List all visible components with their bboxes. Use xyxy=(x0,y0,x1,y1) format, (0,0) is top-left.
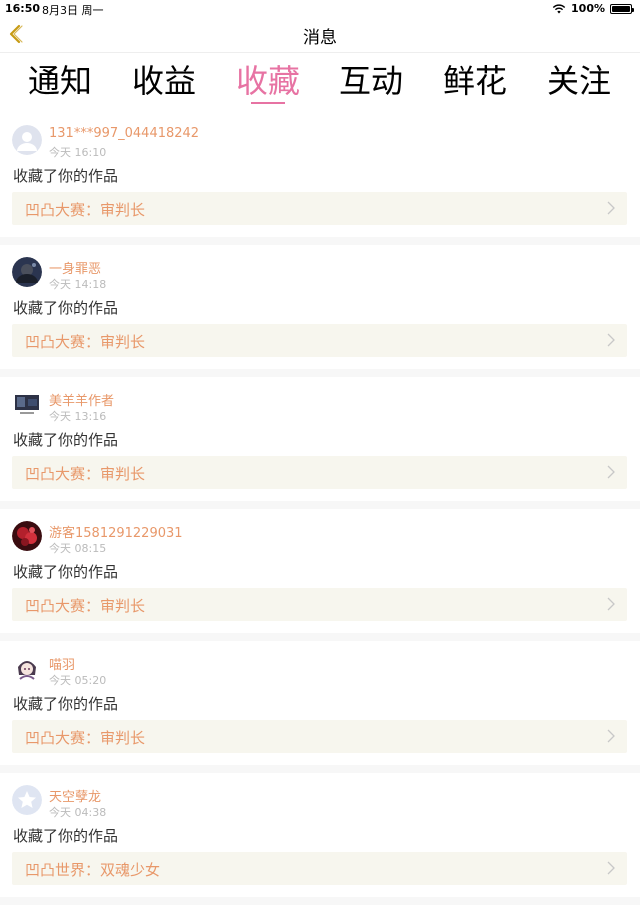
chevron-right-icon xyxy=(607,465,615,479)
avatar[interactable] xyxy=(12,521,42,551)
wifi-icon xyxy=(552,3,566,13)
avatar[interactable] xyxy=(12,785,42,815)
status-time: 16:50 xyxy=(5,2,41,15)
timestamp: 今天 04:38 xyxy=(49,806,107,819)
user-photo-icon xyxy=(12,389,42,419)
username[interactable]: 喵羽 xyxy=(49,654,75,673)
username[interactable]: 天空孽龙 xyxy=(49,786,101,805)
action-text: 收藏了你的作品 xyxy=(13,431,119,449)
tab-favorites[interactable]: 收藏 xyxy=(223,59,313,103)
list-item: 131***997_044418242 今天 16:10 收藏了你的作品 凹凸大… xyxy=(0,113,640,245)
battery-icon xyxy=(610,3,634,14)
status-right: 100% xyxy=(552,2,634,15)
list-item: 天空孽龙 今天 04:38 收藏了你的作品 凹凸世界：双魂少女 xyxy=(0,773,640,905)
avatar[interactable] xyxy=(12,257,42,287)
timestamp: 今天 08:15 xyxy=(49,542,107,555)
work-title: 凹凸大赛：审判长 xyxy=(25,729,146,747)
default-user-icon xyxy=(12,125,42,155)
chevron-right-icon xyxy=(607,729,615,743)
page-title: 消息 xyxy=(303,28,337,48)
status-date: 8月3日 周一 xyxy=(42,4,104,17)
favorites-list: 131***997_044418242 今天 16:10 收藏了你的作品 凹凸大… xyxy=(0,113,640,905)
tab-interactions[interactable]: 互动 xyxy=(326,59,416,103)
work-link[interactable]: 凹凸大赛：审判长 xyxy=(12,324,627,357)
avatar[interactable] xyxy=(12,389,42,419)
user-photo-icon xyxy=(12,257,42,287)
work-link[interactable]: 凹凸大赛：审判长 xyxy=(12,456,627,489)
work-title: 凹凸大赛：审判长 xyxy=(25,465,146,483)
tab-notifications[interactable]: 通知 xyxy=(15,59,105,103)
battery-percent: 100% xyxy=(571,2,605,15)
work-title: 凹凸大赛：审判长 xyxy=(25,333,146,351)
avatar[interactable] xyxy=(12,653,42,683)
work-link[interactable]: 凹凸大赛：审判长 xyxy=(12,588,627,621)
work-link[interactable]: 凹凸大赛：审判长 xyxy=(12,720,627,753)
status-bar: 16:50 8月3日 周一 100% xyxy=(0,0,640,17)
action-text: 收藏了你的作品 xyxy=(13,299,119,317)
username[interactable]: 131***997_044418242 xyxy=(49,126,199,141)
user-photo-icon xyxy=(12,653,42,683)
tab-follows[interactable]: 关注 xyxy=(534,59,624,103)
username[interactable]: 一身罪恶 xyxy=(49,258,101,277)
tab-earnings[interactable]: 收益 xyxy=(119,59,209,103)
work-title: 凹凸世界：双魂少女 xyxy=(25,861,161,879)
tab-flowers[interactable]: 鲜花 xyxy=(430,59,520,103)
avatar[interactable] xyxy=(12,125,42,155)
chevron-right-icon xyxy=(607,201,615,215)
action-text: 收藏了你的作品 xyxy=(13,695,119,713)
action-text: 收藏了你的作品 xyxy=(13,563,119,581)
timestamp: 今天 05:20 xyxy=(49,674,107,687)
username[interactable]: 美羊羊作者 xyxy=(49,390,114,409)
work-title: 凹凸大赛：审判长 xyxy=(25,597,146,615)
username[interactable]: 游客1581291229031 xyxy=(49,522,183,541)
chevron-right-icon xyxy=(607,861,615,875)
action-text: 收藏了你的作品 xyxy=(13,167,119,185)
action-text: 收藏了你的作品 xyxy=(13,827,119,845)
navigation-bar: 消息 xyxy=(0,17,640,53)
user-photo-icon xyxy=(12,521,42,551)
work-link[interactable]: 凹凸世界：双魂少女 xyxy=(12,852,627,885)
tab-bar: 通知 收益 收藏 互动 鲜花 关注 xyxy=(0,54,640,106)
timestamp: 今天 16:10 xyxy=(49,146,107,159)
chevron-right-icon xyxy=(607,333,615,347)
active-tab-indicator xyxy=(251,102,285,104)
work-title: 凹凸大赛：审判长 xyxy=(25,201,146,219)
list-item: 一身罪恶 今天 14:18 收藏了你的作品 凹凸大赛：审判长 xyxy=(0,245,640,377)
list-item: 喵羽 今天 05:20 收藏了你的作品 凹凸大赛：审判长 xyxy=(0,641,640,773)
timestamp: 今天 14:18 xyxy=(49,278,107,291)
chevron-right-icon xyxy=(607,597,615,611)
star-avatar-icon xyxy=(12,785,42,815)
list-item: 游客1581291229031 今天 08:15 收藏了你的作品 凹凸大赛：审判… xyxy=(0,509,640,641)
timestamp: 今天 13:16 xyxy=(49,410,107,423)
work-link[interactable]: 凹凸大赛：审判长 xyxy=(12,192,627,225)
list-item: 美羊羊作者 今天 13:16 收藏了你的作品 凹凸大赛：审判长 xyxy=(0,377,640,509)
